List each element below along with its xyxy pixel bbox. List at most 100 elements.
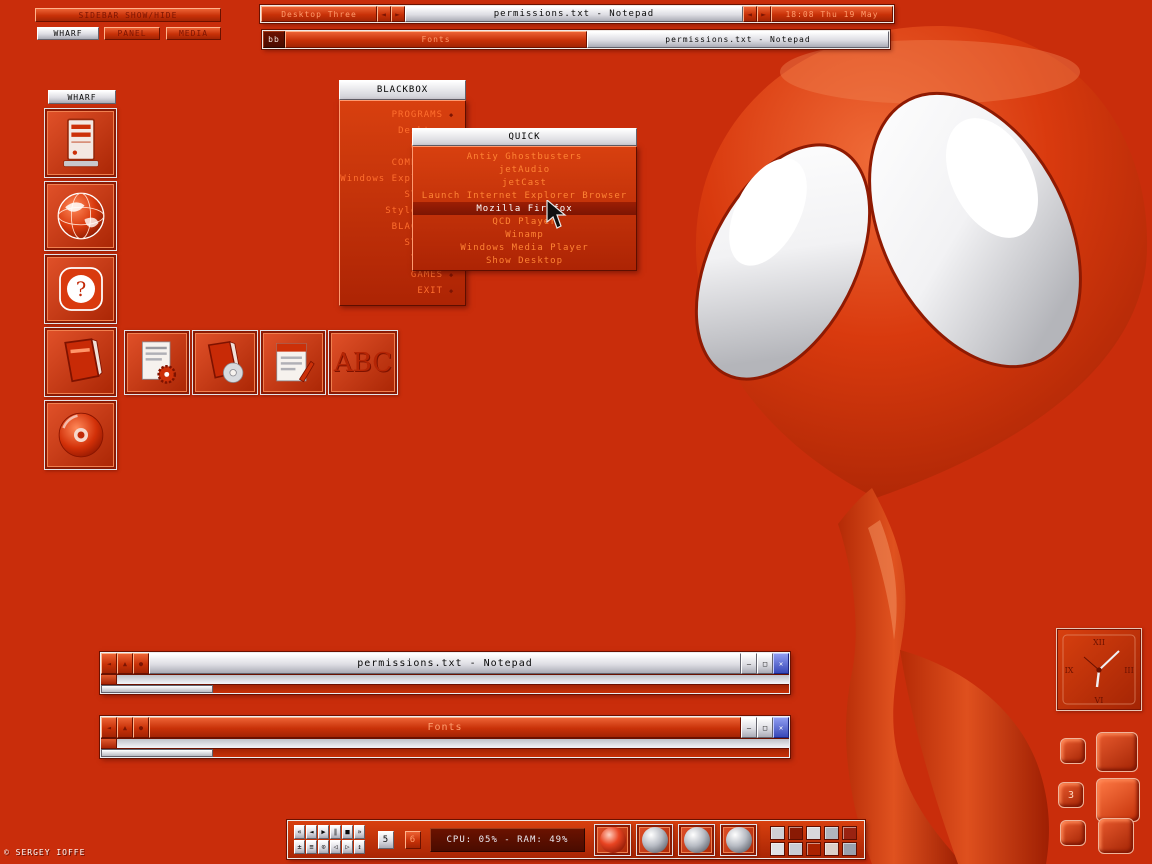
- menu-item-programs[interactable]: PROGRAMS◆: [340, 107, 465, 123]
- media-prev-button[interactable]: «: [294, 825, 305, 839]
- wharf-item-cdrom[interactable]: [44, 400, 117, 470]
- desktop-icon-book-cd[interactable]: [192, 330, 258, 395]
- window-menu-button[interactable]: ◄: [101, 717, 117, 738]
- clock-numeral-xii: XII: [1093, 638, 1105, 647]
- desktop-icon-document[interactable]: [124, 330, 190, 395]
- quick-item-jetaudio[interactable]: jetAudio: [413, 163, 636, 176]
- workspace-prev-button[interactable]: ◄: [377, 6, 391, 22]
- scrollbar-thumb[interactable]: [101, 685, 213, 693]
- launcher-sphere-red[interactable]: [594, 824, 631, 856]
- toolbar-button-six[interactable]: 6: [405, 831, 421, 849]
- menu-item-exit[interactable]: EXIT◆: [340, 283, 465, 299]
- sidebar-toggle-bar[interactable]: SIDEBAR SHOW/HIDE: [35, 8, 221, 22]
- window-next-button[interactable]: ►: [757, 6, 771, 22]
- launcher-sphere-2[interactable]: [678, 824, 715, 856]
- desktop-icon-fonts[interactable]: ABC: [328, 330, 398, 395]
- workspace-next-button[interactable]: ►: [391, 6, 405, 22]
- wharf-item-book[interactable]: [44, 327, 117, 397]
- workspace-indicator[interactable]: Desktop Three: [261, 6, 377, 22]
- desktop-pager: 3: [1052, 726, 1152, 862]
- sidebar-button-wharf[interactable]: WHARF: [37, 27, 99, 40]
- tray-icon[interactable]: [806, 826, 821, 840]
- minimize-button[interactable]: —: [741, 653, 757, 674]
- media-record-button[interactable]: ⊙: [318, 840, 329, 854]
- quick-menu-title-label: QUICK: [508, 132, 540, 142]
- close-button[interactable]: ✕: [773, 653, 789, 674]
- tray-icon[interactable]: [824, 842, 839, 856]
- pager-cell-2[interactable]: [1096, 732, 1138, 772]
- toolbar-clock: 18:08 Thu 19 May: [771, 6, 893, 22]
- tray-icon[interactable]: [788, 826, 803, 840]
- scrollbar-thumb[interactable]: [101, 749, 213, 757]
- desktop-icon-notes[interactable]: [260, 330, 326, 395]
- tray-icon[interactable]: [806, 842, 821, 856]
- minute-hand: [1099, 651, 1119, 670]
- quick-item-qcd-player[interactable]: QCD Player: [413, 215, 636, 228]
- window-sticky-button[interactable]: ●: [133, 653, 149, 674]
- sidebar-button-media[interactable]: MEDIA: [166, 27, 221, 40]
- window-menu-button[interactable]: ◄: [101, 653, 117, 674]
- wharf-item-help[interactable]: ?: [44, 254, 117, 324]
- quick-item-jetcast[interactable]: jetCast: [413, 176, 636, 189]
- notepad-menubar-block: [101, 675, 117, 684]
- minimize-button[interactable]: —: [741, 717, 757, 738]
- window-prev-button[interactable]: ◄: [743, 6, 757, 22]
- media-playlist-button[interactable]: ≡: [306, 840, 317, 854]
- maximize-button[interactable]: □: [757, 653, 773, 674]
- notepad-titlebar[interactable]: ◄ ▲ ● permissions.txt - Notepad — □ ✕: [101, 653, 789, 674]
- quick-menu: QUICK Antiy Ghostbusters jetAudio jetCas…: [412, 128, 637, 271]
- pager-cell-1[interactable]: [1060, 738, 1086, 764]
- notepad-scrollbar[interactable]: [101, 684, 789, 693]
- window-sticky-button[interactable]: ●: [133, 717, 149, 738]
- minimize-icon: —: [747, 724, 751, 732]
- maximize-button[interactable]: □: [757, 717, 773, 738]
- tray-icon[interactable]: [770, 842, 785, 856]
- fonts-title-label: Fonts: [427, 722, 462, 733]
- media-pause-button[interactable]: ∥: [330, 825, 341, 839]
- pager-cell-4[interactable]: [1096, 778, 1140, 822]
- quick-item-show-desktop[interactable]: Show Desktop: [413, 254, 636, 267]
- quick-menu-title[interactable]: QUICK: [412, 128, 637, 146]
- wharf-title[interactable]: WHARF: [48, 90, 116, 104]
- toolbar-button-five[interactable]: 5: [378, 831, 394, 849]
- pager-cell-6[interactable]: [1098, 818, 1134, 854]
- svg-text:?: ?: [75, 278, 85, 301]
- media-back-button[interactable]: ◁: [330, 840, 341, 854]
- pager-cell-5[interactable]: [1060, 820, 1086, 846]
- launcher-sphere-3[interactable]: [720, 824, 757, 856]
- sidebar-button-panel[interactable]: PANEL: [104, 27, 160, 40]
- tray-icon[interactable]: [842, 826, 857, 840]
- wharf-item-globe[interactable]: [44, 181, 117, 251]
- quick-item-wmp[interactable]: Windows Media Player: [413, 241, 636, 254]
- quick-item-antiy-ghostbusters[interactable]: Antiy Ghostbusters: [413, 150, 636, 163]
- launcher-sphere-1[interactable]: [636, 824, 673, 856]
- bb-menu-button[interactable]: bb: [263, 31, 285, 48]
- cpu-ram-monitor: CPU: 05% - RAM: 49%: [430, 828, 585, 852]
- pager-cell-3-active[interactable]: 3: [1058, 782, 1084, 808]
- media-shuffle-button[interactable]: ↕: [354, 840, 365, 854]
- media-play-button[interactable]: ▶: [318, 825, 329, 839]
- tray-icon[interactable]: [788, 842, 803, 856]
- fonts-scrollbar[interactable]: [101, 748, 789, 757]
- quick-item-launch-ie[interactable]: Launch Internet Explorer Browser: [413, 189, 636, 202]
- clock-numeral-vi: VI: [1094, 696, 1104, 705]
- media-eject-button[interactable]: ±: [294, 840, 305, 854]
- media-rewind-button[interactable]: ◄: [306, 825, 317, 839]
- fonts-titlebar[interactable]: ◄ ▲ ● Fonts — □ ✕: [101, 717, 789, 738]
- task-button-notepad[interactable]: permissions.txt - Notepad: [587, 31, 889, 48]
- window-shade-button[interactable]: ▲: [117, 653, 133, 674]
- tray-icon[interactable]: [824, 826, 839, 840]
- window-shade-button[interactable]: ▲: [117, 717, 133, 738]
- tray-icon[interactable]: [842, 842, 857, 856]
- tray-icon[interactable]: [770, 826, 785, 840]
- quick-item-mozilla-firefox[interactable]: Mozilla Firefox: [413, 202, 636, 215]
- root-menu-title[interactable]: BLACKBOX: [339, 80, 466, 100]
- wharf-item-computer[interactable]: [44, 108, 117, 178]
- media-forward-button[interactable]: ▷: [342, 840, 353, 854]
- media-stop-button[interactable]: ■: [342, 825, 353, 839]
- media-next-button[interactable]: »: [354, 825, 365, 839]
- close-button[interactable]: ✕: [773, 717, 789, 738]
- quick-item-winamp[interactable]: Winamp: [413, 228, 636, 241]
- globe-icon: [53, 188, 109, 244]
- task-button-fonts[interactable]: Fonts: [285, 31, 587, 48]
